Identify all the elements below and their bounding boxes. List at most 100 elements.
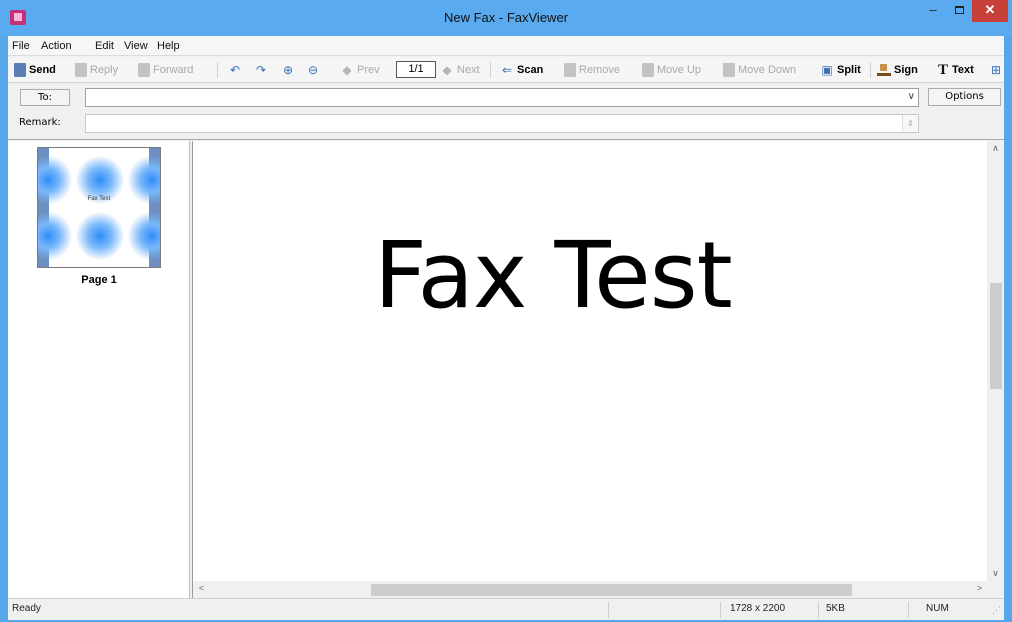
- menu-view[interactable]: View: [124, 40, 148, 52]
- zoom-out-button[interactable]: ⊖: [306, 61, 320, 79]
- split-icon: ▣: [821, 63, 833, 77]
- text-label: Text: [952, 64, 974, 76]
- options-button[interactable]: Options: [928, 88, 1001, 106]
- maximize-button[interactable]: [946, 0, 972, 22]
- remark-field[interactable]: ⇕: [85, 114, 919, 133]
- status-divider: [720, 602, 721, 618]
- document-viewer[interactable]: Fax Test ∧ ∨ < >: [192, 141, 1004, 598]
- send-button[interactable]: Send: [14, 61, 56, 79]
- minimize-button[interactable]: –: [920, 0, 946, 22]
- reply-icon: [75, 63, 87, 77]
- scroll-down-icon[interactable]: ∨: [987, 568, 1004, 579]
- status-divider: [818, 602, 819, 618]
- text-button[interactable]: T Text: [937, 61, 974, 79]
- status-text: Ready: [12, 603, 41, 614]
- send-icon: [14, 63, 26, 77]
- to-field[interactable]: ∨: [85, 88, 919, 107]
- remark-scrollbar[interactable]: ⇕: [902, 115, 918, 132]
- fax-content-text: Fax Test: [374, 222, 733, 329]
- sign-icon: [877, 64, 891, 76]
- prev-button[interactable]: ◆ Prev: [340, 61, 380, 79]
- toolbar-separator: [490, 62, 491, 78]
- app-window: New Fax - FaxViewer – ✕ File Action Edit…: [0, 0, 1012, 622]
- move-up-icon: [642, 63, 654, 77]
- next-label: Next: [457, 64, 480, 76]
- rotate-right-button[interactable]: ↷: [254, 61, 268, 79]
- scrollbar-corner: [987, 581, 1004, 598]
- split-button[interactable]: ▣ Split: [820, 61, 861, 79]
- scroll-up-icon[interactable]: ∧: [987, 143, 1004, 154]
- move-down-label: Move Down: [738, 64, 797, 76]
- menu-file[interactable]: File: [12, 40, 30, 52]
- remove-icon: [564, 63, 576, 77]
- remove-button[interactable]: Remove: [564, 61, 620, 79]
- close-button[interactable]: ✕: [972, 0, 1008, 22]
- zoom-in-button[interactable]: ⊕: [281, 61, 295, 79]
- move-down-button[interactable]: Move Down: [723, 61, 796, 79]
- sign-button[interactable]: Sign: [877, 61, 918, 79]
- remove-label: Remove: [579, 64, 620, 76]
- sign-label: Sign: [894, 64, 918, 76]
- forward-label: Forward: [153, 64, 194, 76]
- menu-bar: File Action Edit View Help: [8, 36, 1004, 56]
- thumbnail-label: Page 1: [81, 274, 117, 286]
- thumbnail-pattern: [38, 212, 72, 260]
- arrow-left-icon: ◆: [342, 63, 352, 77]
- toolbar-separator: [217, 62, 218, 78]
- remark-label: Remark:: [19, 117, 61, 128]
- status-divider: [608, 602, 609, 618]
- rotate-right-icon: ↷: [255, 63, 267, 77]
- status-divider: [908, 602, 909, 618]
- send-label: Send: [29, 64, 56, 76]
- move-up-label: Move Up: [657, 64, 702, 76]
- window-title: New Fax - FaxViewer: [443, 10, 568, 25]
- scan-button[interactable]: ⇐ Scan: [500, 61, 543, 79]
- vertical-scrollbar[interactable]: ∧ ∨: [987, 141, 1004, 581]
- zoom-out-icon: ⊖: [307, 63, 319, 77]
- file-size: 5KB: [826, 603, 845, 614]
- overflow-icon: ⊞: [990, 63, 1002, 77]
- to-button[interactable]: To:: [20, 89, 70, 106]
- rotate-left-button[interactable]: ↶: [228, 61, 242, 79]
- reply-button[interactable]: Reply: [75, 61, 118, 79]
- split-label: Split: [837, 64, 861, 76]
- menu-edit[interactable]: Edit: [95, 40, 114, 52]
- move-up-button[interactable]: Move Up: [642, 61, 701, 79]
- maximize-icon: [954, 6, 964, 14]
- next-button[interactable]: ◆ Next: [440, 61, 480, 79]
- rotate-left-icon: ↶: [229, 63, 241, 77]
- num-lock-indicator: NUM: [926, 603, 949, 614]
- scan-label: Scan: [517, 64, 544, 76]
- scroll-right-icon[interactable]: >: [971, 583, 988, 593]
- client-area: File Action Edit View Help Send Reply Fo…: [8, 36, 1004, 620]
- horizontal-scrollbar[interactable]: < >: [193, 581, 988, 598]
- text-icon: T: [937, 61, 948, 78]
- reply-label: Reply: [90, 64, 119, 76]
- more-tools-button[interactable]: ⊞: [989, 61, 1003, 79]
- menu-action[interactable]: Action: [41, 40, 72, 52]
- thumbnail-panel: Fax Test Page 1: [8, 141, 190, 598]
- toolbar: Send Reply Forward ↶ ↷ ⊕ ⊖ ◆ Prev 1/1 ◆ …: [8, 57, 1004, 83]
- chevron-down-icon[interactable]: ∨: [908, 91, 915, 102]
- status-bar: Ready 1728 x 2200 5KB NUM ⋰: [8, 598, 1004, 620]
- thumbnail-pattern: [128, 212, 160, 260]
- page-indicator[interactable]: 1/1: [396, 61, 436, 78]
- thumbnail-pattern: [76, 212, 124, 260]
- vertical-scroll-thumb[interactable]: [990, 283, 1002, 389]
- address-panel: To: ∨ Options Remark: ⇕: [8, 84, 1004, 140]
- prev-label: Prev: [357, 64, 380, 76]
- resize-grip-icon[interactable]: ⋰: [992, 605, 1001, 616]
- scroll-left-icon[interactable]: <: [193, 583, 210, 593]
- scan-icon: ⇐: [501, 63, 513, 77]
- image-dimensions: 1728 x 2200: [730, 603, 786, 614]
- forward-button[interactable]: Forward: [138, 61, 193, 79]
- arrow-right-icon: ◆: [442, 63, 452, 77]
- zoom-in-icon: ⊕: [282, 63, 294, 77]
- move-down-icon: [723, 63, 735, 77]
- thumbnail-preview-text: Fax Test: [87, 196, 111, 202]
- title-bar[interactable]: New Fax - FaxViewer – ✕: [0, 0, 1012, 36]
- horizontal-scroll-thumb[interactable]: [371, 584, 852, 596]
- page-thumbnail[interactable]: Fax Test: [37, 147, 161, 268]
- menu-help[interactable]: Help: [157, 40, 180, 52]
- forward-icon: [138, 63, 150, 77]
